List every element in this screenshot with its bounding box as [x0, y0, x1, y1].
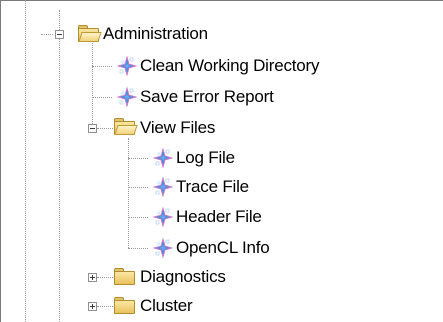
tree-item-label: View Files	[140, 118, 216, 137]
tree-line	[97, 306, 115, 307]
tree-line	[128, 187, 148, 188]
tree-item-label: OpenCL Info	[176, 238, 270, 257]
sparkle-icon	[153, 207, 173, 227]
open-folder-icon	[114, 118, 138, 135]
tree-line	[128, 248, 148, 249]
tree-item-trace-file[interactable]: Trace File	[176, 176, 249, 198]
collapse-toggle[interactable]	[55, 30, 64, 39]
tree-view: Administration Clean Working Directory S…	[0, 0, 443, 322]
tree-item-label: Header File	[176, 207, 262, 226]
tree-item-label: Log File	[176, 148, 235, 167]
tree-item-diagnostics[interactable]: Diagnostics	[140, 266, 226, 288]
tree-line	[128, 158, 148, 159]
tree-line	[92, 40, 93, 124]
sparkle-icon	[117, 56, 137, 76]
tree-item-header-file[interactable]: Header File	[176, 206, 262, 228]
tree-item-cluster[interactable]: Cluster	[140, 295, 193, 317]
tree-line	[97, 128, 115, 129]
tree-line	[59, 10, 60, 322]
tree-line	[128, 217, 148, 218]
minus-box-icon	[90, 128, 95, 129]
tree-line	[97, 277, 115, 278]
sparkle-icon	[117, 87, 137, 107]
expand-toggle[interactable]	[88, 273, 97, 282]
sparkle-icon	[153, 148, 173, 168]
tree-item-log-file[interactable]: Log File	[176, 147, 235, 169]
folder-icon	[114, 297, 135, 314]
collapse-toggle[interactable]	[88, 124, 97, 133]
folder-icon	[114, 268, 135, 285]
tree-item-opencl-info[interactable]: OpenCL Info	[176, 237, 270, 259]
tree-item-clean-working-directory[interactable]: Clean Working Directory	[140, 55, 320, 77]
open-folder-icon	[78, 25, 102, 42]
tree-line	[41, 34, 53, 35]
tree-panel: Administration Clean Working Directory S…	[0, 0, 443, 322]
expand-toggle[interactable]	[88, 302, 97, 311]
sparkle-icon	[153, 238, 173, 258]
tree-item-label: Cluster	[140, 296, 193, 315]
tree-item-administration[interactable]: Administration	[103, 23, 208, 45]
tree-line	[92, 66, 112, 67]
sparkle-icon	[153, 177, 173, 197]
tree-item-label: Administration	[103, 24, 208, 43]
tree-line	[92, 97, 112, 98]
tree-item-save-error-report[interactable]: Save Error Report	[140, 86, 274, 108]
tree-item-view-files[interactable]: View Files	[140, 117, 215, 139]
tree-item-label: Save Error Report	[140, 87, 274, 106]
minus-box-icon	[57, 34, 62, 35]
tree-line	[25, 0, 26, 322]
tree-line	[128, 138, 129, 248]
tree-item-label: Trace File	[176, 177, 249, 196]
tree-item-label: Diagnostics	[140, 267, 226, 286]
tree-item-label: Clean Working Directory	[140, 56, 320, 75]
